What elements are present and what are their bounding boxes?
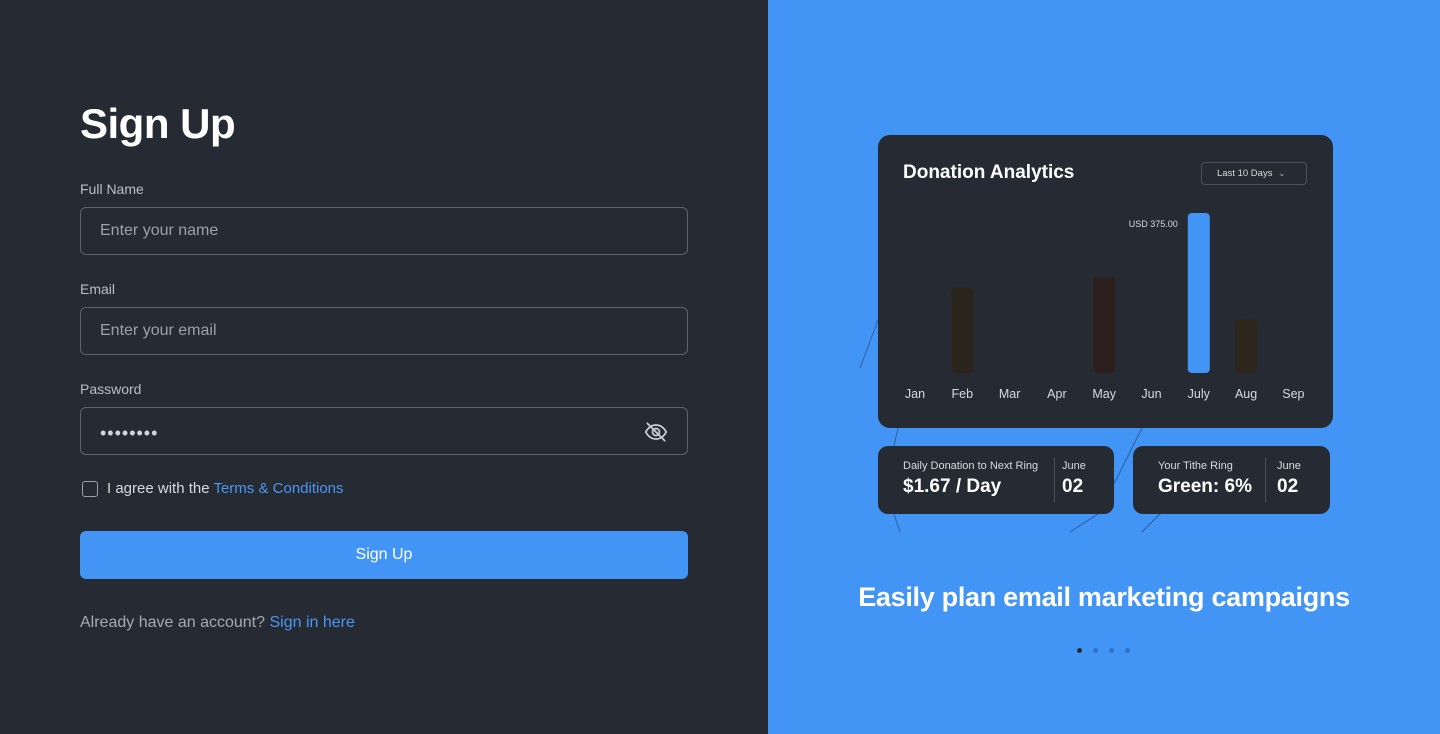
- x-tick-jun: Jun: [1141, 387, 1161, 401]
- bar-feb: [951, 287, 974, 373]
- terms-agreement: I agree with the Terms & Conditions: [82, 480, 344, 497]
- email-input[interactable]: [80, 307, 688, 355]
- stat-day: 02: [1277, 476, 1299, 497]
- analytics-card: Donation Analytics Last 10 Days ⌄ Jan Feb…: [878, 135, 1333, 428]
- already-text: Already have an account?: [80, 614, 270, 631]
- stat-card-tithe-ring: Your Tithe Ring Green: 6% June 02: [1133, 446, 1330, 514]
- full-name-label: Full Name: [80, 181, 144, 197]
- stat-card-daily-donation: Daily Donation to Next Ring $1.67 / Day …: [878, 446, 1114, 514]
- password-value: ••••••••: [100, 423, 159, 443]
- page-title: Sign Up: [80, 100, 236, 147]
- stat-day: 02: [1062, 476, 1084, 497]
- stat-month: June: [1277, 460, 1301, 472]
- x-tick-jan: Jan: [905, 387, 925, 401]
- full-name-input[interactable]: [80, 207, 688, 255]
- bar-may: [1093, 277, 1116, 373]
- bar-annotation: USD 375.00: [1129, 219, 1178, 229]
- email-label: Email: [80, 281, 116, 297]
- carousel-dot[interactable]: [1077, 648, 1082, 653]
- signin-prompt: Already have an account? Sign in here: [80, 614, 355, 632]
- x-tick-july: July: [1188, 387, 1211, 401]
- agree-text: I agree with the Terms & Conditions: [107, 480, 344, 497]
- bar-july: [1187, 213, 1210, 373]
- bar-aug: [1235, 319, 1258, 373]
- password-input[interactable]: [80, 407, 688, 455]
- x-tick-sep: Sep: [1282, 387, 1304, 401]
- stat-divider: [1265, 458, 1266, 502]
- x-tick-may: May: [1092, 387, 1116, 401]
- agree-label: I agree with the: [107, 480, 214, 497]
- terms-checkbox[interactable]: [82, 480, 98, 497]
- promo-panel: Donation Analytics Last 10 Days ⌄ Jan Feb…: [768, 0, 1440, 734]
- eye-off-icon[interactable]: [643, 419, 669, 445]
- signup-button[interactable]: Sign Up: [80, 531, 688, 579]
- stat-divider: [1054, 458, 1055, 502]
- signup-panel: Sign Up Full Name Email Password •••••••…: [0, 0, 768, 734]
- carousel-dot[interactable]: [1093, 648, 1098, 653]
- carousel-dot[interactable]: [1125, 648, 1130, 653]
- x-tick-feb: Feb: [952, 387, 974, 401]
- carousel-tagline: Easily plan email marketing campaigns: [858, 582, 1350, 612]
- terms-link[interactable]: Terms & Conditions: [213, 480, 343, 497]
- donation-bar-chart: Jan Feb Mar Apr May Jun USD 375.00 July Aug Sep: [905, 213, 1305, 401]
- stat-label: Your Tithe Ring: [1158, 460, 1233, 472]
- stat-month: June: [1062, 460, 1086, 472]
- stat-value: $1.67 / Day: [903, 476, 1002, 497]
- x-tick-aug: Aug: [1235, 387, 1257, 401]
- carousel-dots: [1077, 648, 1130, 653]
- stat-value: Green: 6%: [1158, 476, 1252, 497]
- signin-link[interactable]: Sign in here: [269, 614, 354, 631]
- stat-label: Daily Donation to Next Ring: [903, 460, 1039, 472]
- carousel-dot[interactable]: [1109, 648, 1114, 653]
- x-tick-apr: Apr: [1047, 387, 1066, 401]
- x-tick-mar: Mar: [999, 387, 1021, 401]
- password-label: Password: [80, 381, 142, 397]
